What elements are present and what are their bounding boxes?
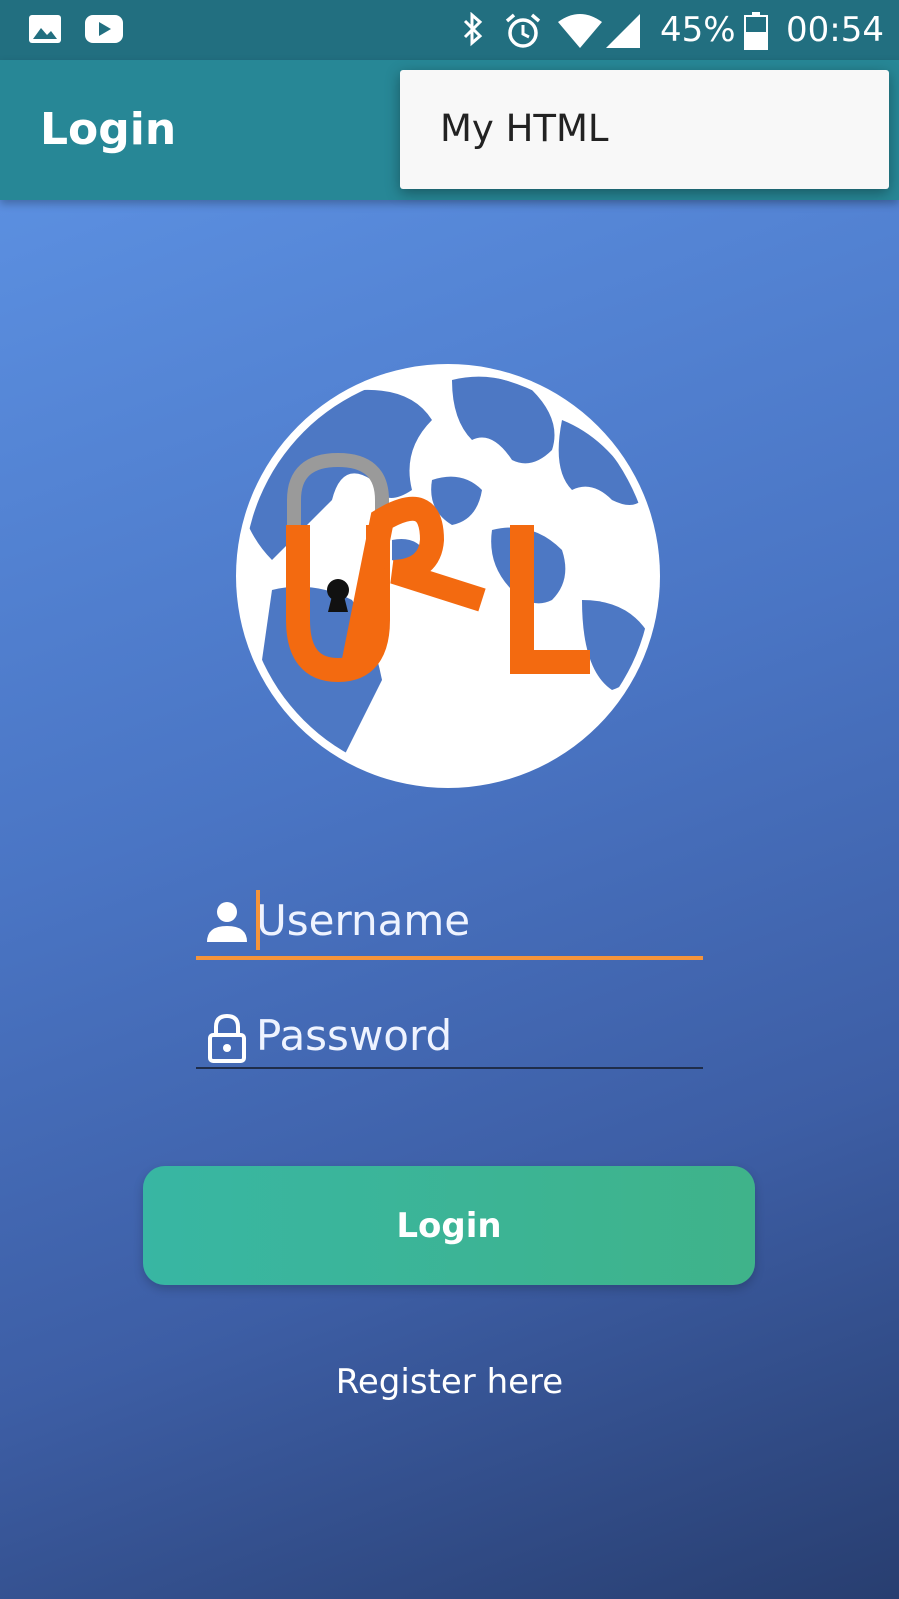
- image-icon: [29, 15, 61, 43]
- username-field: [196, 890, 703, 960]
- battery-percent: 45%: [660, 10, 736, 50]
- login-screen: Login Register here: [0, 200, 899, 1599]
- alarm-icon: [505, 13, 541, 48]
- username-input[interactable]: [256, 890, 696, 950]
- register-link[interactable]: Register here: [0, 1362, 899, 1402]
- login-button[interactable]: Login: [143, 1166, 755, 1285]
- status-bar: 45% 00:54: [0, 0, 899, 60]
- bluetooth-icon: [463, 12, 483, 47]
- youtube-icon: [85, 15, 123, 43]
- wifi-icon: [558, 14, 602, 48]
- menu-item-my-html[interactable]: My HTML: [440, 104, 609, 154]
- username-underline: [196, 956, 703, 960]
- password-underline: [196, 1067, 703, 1069]
- signal-icon: [606, 14, 640, 48]
- page-title: Login: [40, 104, 177, 155]
- battery-icon: [744, 12, 768, 50]
- lock-icon: [208, 1013, 246, 1063]
- text-caret: [256, 890, 260, 950]
- clock: 00:54: [786, 10, 884, 50]
- password-input[interactable]: [256, 1005, 696, 1065]
- globe-lock-icon: [236, 364, 660, 788]
- overflow-menu: My HTML: [400, 70, 889, 189]
- person-icon: [207, 902, 247, 942]
- password-field: [196, 1005, 703, 1069]
